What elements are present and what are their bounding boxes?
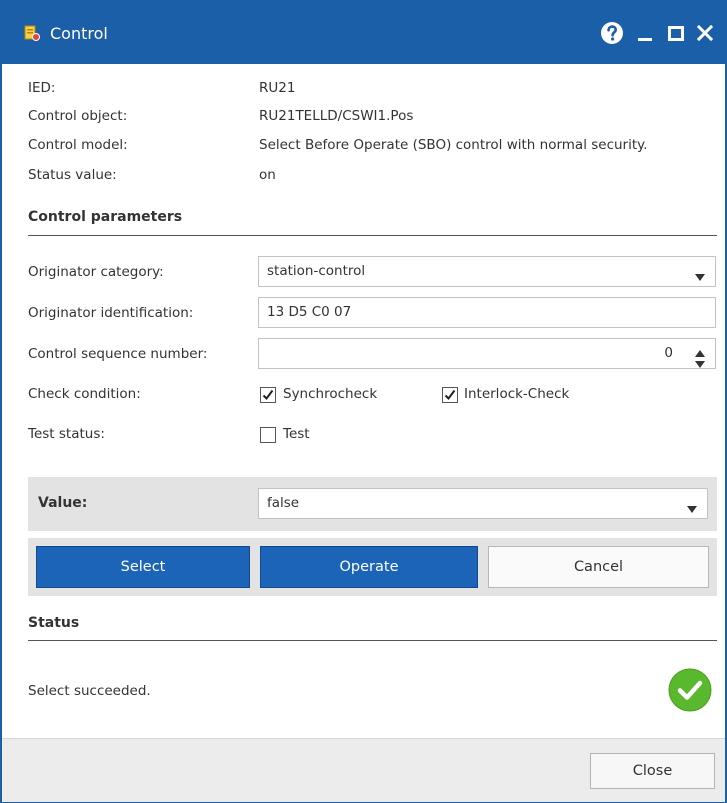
- dropdown-arrow-icon: [695, 269, 705, 281]
- close-button[interactable]: Close: [590, 753, 715, 789]
- test-label: Test: [283, 426, 310, 442]
- value-select[interactable]: false: [258, 488, 708, 519]
- spin-up-icon[interactable]: [695, 345, 705, 357]
- interlock-check-checkbox[interactable]: [442, 387, 458, 403]
- minimize-icon[interactable]: [634, 21, 656, 45]
- section-divider: [28, 235, 717, 236]
- success-check-icon: [668, 668, 712, 712]
- originator-identification-input[interactable]: 13 D5 C0 07: [258, 297, 716, 328]
- window-title: Control: [50, 24, 108, 43]
- close-window-icon[interactable]: [694, 21, 716, 45]
- value-selected: false: [267, 495, 300, 511]
- originator-category-select[interactable]: station-control: [258, 256, 716, 287]
- title-bar[interactable]: Control: [2, 0, 727, 64]
- control-parameters-heading: Control parameters: [28, 209, 183, 225]
- check-condition-label: Check condition:: [28, 386, 141, 402]
- originator-identification-value: 13 D5 C0 07: [267, 304, 352, 320]
- ied-label: IED:: [28, 80, 56, 96]
- synchrocheck-checkbox[interactable]: [260, 387, 276, 403]
- control-sequence-label: Control sequence number:: [28, 346, 208, 362]
- operate-button[interactable]: Operate: [260, 546, 478, 588]
- control-model-label: Control model:: [28, 137, 128, 153]
- maximize-icon[interactable]: [665, 21, 687, 45]
- control-object-label: Control object:: [28, 108, 128, 124]
- status-message: Select succeeded.: [28, 683, 151, 699]
- control-dialog: Control IED: RU21 Control object: RU21TE…: [0, 0, 727, 803]
- originator-identification-label: Originator identification:: [28, 305, 194, 321]
- status-value-label: Status value:: [28, 167, 117, 183]
- control-sequence-stepper[interactable]: 0: [258, 338, 716, 369]
- control-object-value: RU21TELLD/CSWI1.Pos: [259, 108, 414, 124]
- status-heading: Status: [28, 615, 80, 631]
- dropdown-arrow-icon: [687, 501, 697, 513]
- cancel-button[interactable]: Cancel: [488, 546, 709, 588]
- spin-down-icon[interactable]: [695, 356, 705, 368]
- value-bar: Value: false: [28, 477, 717, 531]
- select-button[interactable]: Select: [36, 546, 250, 588]
- interlock-check-label: Interlock-Check: [464, 386, 570, 402]
- test-checkbox[interactable]: [260, 427, 276, 443]
- control-sequence-value: 0: [664, 345, 673, 361]
- ied-value: RU21: [259, 80, 296, 96]
- control-model-value: Select Before Operate (SBO) control with…: [259, 137, 648, 153]
- status-divider: [28, 640, 717, 641]
- originator-category-label: Originator category:: [28, 264, 164, 280]
- help-icon[interactable]: [600, 21, 624, 45]
- originator-category-value: station-control: [267, 263, 366, 279]
- value-label: Value:: [38, 495, 88, 511]
- synchrocheck-label: Synchrocheck: [283, 386, 378, 402]
- app-icon: [24, 25, 40, 41]
- dialog-footer: Close: [2, 738, 725, 802]
- status-value-value: on: [259, 167, 276, 183]
- test-status-label: Test status:: [28, 426, 105, 442]
- action-button-bar: Select Operate Cancel: [28, 538, 717, 596]
